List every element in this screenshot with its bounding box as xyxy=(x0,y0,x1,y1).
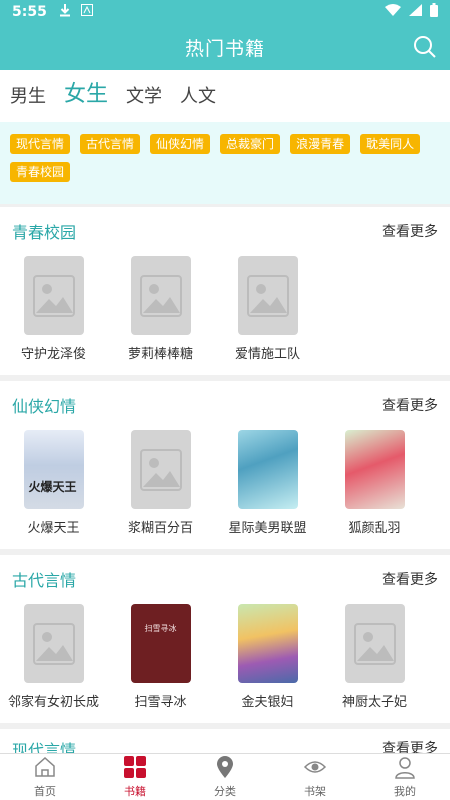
section-title: 现代言情 xyxy=(12,741,77,753)
image-placeholder-icon xyxy=(130,256,191,335)
book-title: 萝莉棒棒糖 xyxy=(127,347,193,362)
book-title: 浆糊百分百 xyxy=(127,521,193,536)
book-cover xyxy=(237,604,298,683)
nav-label: 分类 xyxy=(214,785,236,798)
section-ancient: 古代言情 查看更多 邻家有女初长成 扫雪寻冰 扫雪寻冰 金夫银妇 神厨太子妃 xyxy=(0,555,450,723)
signal-icon xyxy=(409,4,422,20)
status-bar: 5:55 xyxy=(0,0,450,24)
section-title: 青春校园 xyxy=(12,223,77,242)
home-icon xyxy=(33,755,57,783)
app-notification-icon xyxy=(80,4,93,20)
image-placeholder-icon xyxy=(130,430,191,509)
nav-label: 我的 xyxy=(394,785,416,798)
bottom-nav: 首页 书籍 分类 书架 我的 xyxy=(0,753,450,800)
image-placeholder-icon xyxy=(344,604,405,683)
page-title: 热门书籍 xyxy=(184,37,265,60)
see-more-link[interactable]: 查看更多 xyxy=(382,395,438,415)
tab-humanities[interactable]: 人文 xyxy=(180,82,216,108)
person-icon xyxy=(393,755,417,783)
tag-romantic-youth[interactable]: 浪漫青春 xyxy=(290,134,351,154)
book-title: 邻家有女初长成 xyxy=(7,695,99,710)
book-item[interactable]: 守护龙泽俊 xyxy=(0,256,107,362)
genre-tags: 现代言情 古代言情 仙侠幻情 总裁豪门 浪漫青春 耽美同人 青春校园 xyxy=(0,122,450,204)
section-campus: 青春校园 查看更多 守护龙泽俊 萝莉棒棒糖 爱情施工队 xyxy=(0,207,450,375)
book-title: 守护龙泽俊 xyxy=(20,347,86,362)
book-cover xyxy=(237,430,298,509)
nav-books[interactable]: 书籍 xyxy=(90,754,180,800)
image-placeholder-icon xyxy=(23,604,84,683)
search-icon[interactable] xyxy=(412,34,438,60)
eye-icon xyxy=(303,755,327,783)
tab-female[interactable]: 女生 xyxy=(64,76,108,108)
cover-title: 扫雪寻冰 xyxy=(144,624,177,633)
book-title: 扫雪寻冰 xyxy=(134,695,187,710)
tab-literature[interactable]: 文学 xyxy=(126,82,162,108)
nav-label: 书架 xyxy=(304,785,326,798)
tag-xianxia-romance[interactable]: 仙侠幻情 xyxy=(150,134,211,154)
category-tabs: 男生 女生 文学 人文 xyxy=(0,70,450,122)
book-item[interactable]: 火爆天王 火爆天王 xyxy=(0,430,107,536)
book-item[interactable]: 扫雪寻冰 扫雪寻冰 xyxy=(107,604,214,710)
book-title: 火爆天王 xyxy=(27,521,80,536)
battery-icon xyxy=(430,3,438,21)
book-item[interactable]: 金夫银妇 xyxy=(214,604,321,710)
section-modern: 现代言情 查看更多 xyxy=(0,729,450,753)
book-item[interactable]: 浆糊百分百 xyxy=(107,430,214,536)
book-title: 狐颜乱羽 xyxy=(348,521,401,536)
book-item[interactable]: 萝莉棒棒糖 xyxy=(107,256,214,362)
see-more-link[interactable]: 查看更多 xyxy=(382,738,438,753)
tag-modern-romance[interactable]: 现代言情 xyxy=(10,134,71,154)
book-item[interactable]: 爱情施工队 xyxy=(214,256,321,362)
book-cover: 扫雪寻冰 xyxy=(130,604,191,683)
book-title: 爱情施工队 xyxy=(234,347,300,362)
grid-icon xyxy=(123,755,147,783)
tab-male[interactable]: 男生 xyxy=(10,82,46,108)
book-cover: 火爆天王 xyxy=(23,430,84,509)
nav-label: 书籍 xyxy=(124,785,146,798)
book-item[interactable]: 邻家有女初长成 xyxy=(0,604,107,710)
cover-title: 火爆天王 xyxy=(28,480,77,494)
book-title: 金夫银妇 xyxy=(241,695,294,710)
book-title: 星际美男联盟 xyxy=(228,521,307,536)
see-more-link[interactable]: 查看更多 xyxy=(382,221,438,241)
app-bar: 热门书籍 xyxy=(0,24,450,70)
section-title: 仙侠幻情 xyxy=(12,397,77,416)
book-cover xyxy=(344,430,405,509)
book-item[interactable]: 星际美男联盟 xyxy=(214,430,321,536)
book-item[interactable]: 神厨太子妃 xyxy=(321,604,428,710)
wifi-icon xyxy=(385,4,401,20)
tag-campus[interactable]: 青春校园 xyxy=(10,162,71,182)
image-placeholder-icon xyxy=(237,256,298,335)
tag-ancient-romance[interactable]: 古代言情 xyxy=(80,134,141,154)
nav-category[interactable]: 分类 xyxy=(180,754,270,800)
book-title: 神厨太子妃 xyxy=(341,695,407,710)
status-time: 5:55 xyxy=(12,4,47,20)
image-placeholder-icon xyxy=(23,256,84,335)
location-pin-icon xyxy=(213,755,237,783)
section-xianxia: 仙侠幻情 查看更多 火爆天王 火爆天王 浆糊百分百 星际美男联盟 狐颜乱羽 xyxy=(0,381,450,549)
section-title: 古代言情 xyxy=(12,571,77,590)
tag-ceo[interactable]: 总裁豪门 xyxy=(220,134,281,154)
download-icon xyxy=(59,3,71,21)
tag-danmei[interactable]: 耽美同人 xyxy=(360,134,421,154)
nav-home[interactable]: 首页 xyxy=(0,754,90,800)
see-more-link[interactable]: 查看更多 xyxy=(382,569,438,589)
nav-profile[interactable]: 我的 xyxy=(360,754,450,800)
nav-bookshelf[interactable]: 书架 xyxy=(270,754,360,800)
book-item[interactable]: 狐颜乱羽 xyxy=(321,430,428,536)
nav-label: 首页 xyxy=(34,785,56,798)
